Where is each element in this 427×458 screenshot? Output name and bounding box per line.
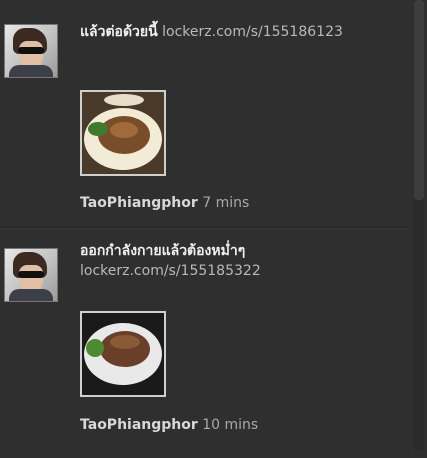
username[interactable]: TaoPhiangphor xyxy=(80,417,198,433)
timestamp[interactable]: 10 mins xyxy=(202,417,258,433)
timestamp[interactable]: 7 mins xyxy=(202,195,249,211)
scrollbar[interactable] xyxy=(414,0,424,450)
tweet-link[interactable]: lockerz.com/s/155185322 xyxy=(80,261,400,281)
food-photo-thumbnail[interactable] xyxy=(80,311,166,397)
tweet-meta: TaoPhiangphor 10 mins xyxy=(80,416,400,434)
tweet-message: ออกกำลังกายแล้วต้องหม่ำๆ xyxy=(80,243,246,259)
username[interactable]: TaoPhiangphor xyxy=(80,195,198,211)
tweet-text: แล้วต่อด้วยนี้ lockerz.com/s/155186123 xyxy=(80,22,400,42)
food-photo-thumbnail[interactable] xyxy=(80,90,166,176)
scrollbar-thumb[interactable] xyxy=(414,0,424,200)
tweet-meta: TaoPhiangphor 7 mins xyxy=(80,194,400,212)
user-avatar[interactable] xyxy=(4,248,58,302)
tweet-message: แล้วต่อด้วยนี้ xyxy=(80,24,158,40)
tweet-link[interactable]: lockerz.com/s/155186123 xyxy=(162,24,343,40)
tweet-feed: แล้วต่อด้วยนี้ lockerz.com/s/155186123 T… xyxy=(0,0,410,450)
user-avatar[interactable] xyxy=(4,24,58,78)
tweet-text: ออกกำลังกายแล้วต้องหม่ำๆ lockerz.com/s/1… xyxy=(80,241,400,281)
